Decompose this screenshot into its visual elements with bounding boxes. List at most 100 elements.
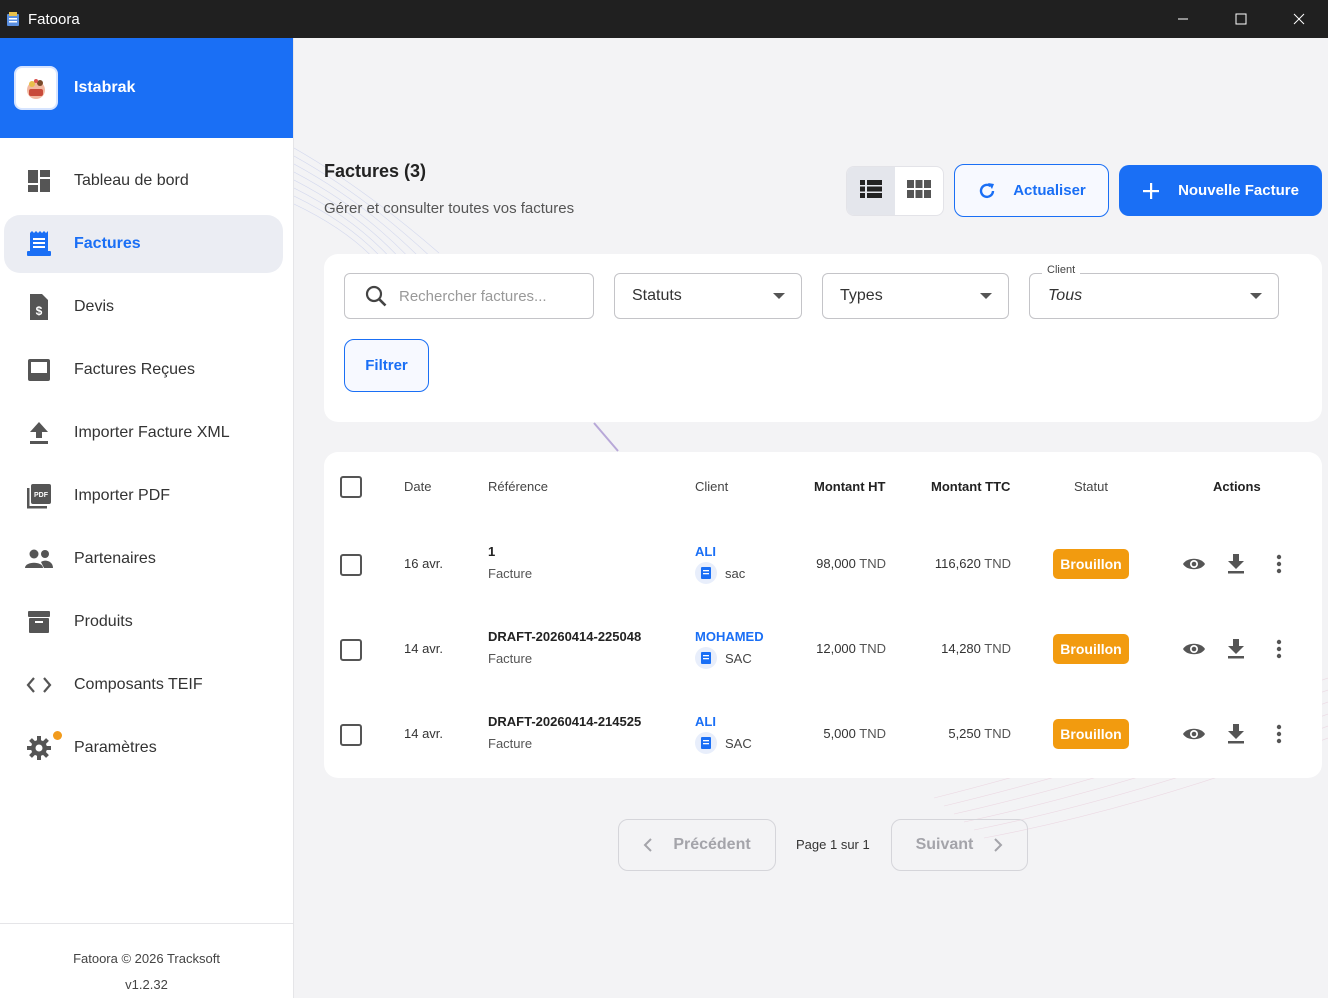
search-input[interactable]: Rechercher factures... xyxy=(344,273,594,319)
grid-view-button[interactable] xyxy=(895,167,943,215)
sidebar-item-composants-teif[interactable]: Composants TEIF xyxy=(4,656,283,714)
row-currency: TND xyxy=(984,556,1011,571)
notification-dot xyxy=(53,731,62,740)
page-subtitle: Gérer et consulter toutes vos factures xyxy=(324,200,575,217)
types-select-label: Types xyxy=(840,287,883,304)
sidebar-nav: Tableau de bord Factures $ Devis Facture… xyxy=(0,138,293,777)
sidebar: Istabrak Tableau de bord Factures $ Devi… xyxy=(0,38,294,998)
sidebar-item-partenaires[interactable]: Partenaires xyxy=(4,530,283,588)
refresh-button[interactable]: Actualiser xyxy=(954,164,1109,217)
row-date: 14 avr. xyxy=(404,726,444,741)
client-receipt-icon xyxy=(695,647,717,669)
row-client-link[interactable]: ALI xyxy=(695,714,752,729)
sidebar-item-devis[interactable]: $ Devis xyxy=(4,278,283,336)
more-options-button[interactable] xyxy=(1266,636,1292,662)
next-page-label: Suivant xyxy=(915,836,974,853)
window-titlebar: Fatoora xyxy=(0,0,1328,38)
window-title: Fatoora xyxy=(28,10,80,28)
row-currency: TND xyxy=(859,726,886,741)
status-select[interactable]: Statuts xyxy=(614,273,802,319)
sidebar-item-factures-recues[interactable]: Factures Reçues xyxy=(4,341,283,399)
row-type: Facture xyxy=(488,566,533,581)
view-button[interactable] xyxy=(1181,551,1207,577)
close-window-button[interactable] xyxy=(1270,0,1328,38)
row-currency: TND xyxy=(859,556,886,571)
row-checkbox[interactable] xyxy=(340,639,362,661)
sidebar-item-label: Importer Facture XML xyxy=(74,424,230,441)
previous-page-label: Précédent xyxy=(673,836,751,853)
grid-view-icon xyxy=(907,179,931,203)
dropdown-arrow-icon xyxy=(773,293,785,299)
row-amount-ttc: 14,280 xyxy=(941,641,981,656)
sidebar-item-label: Importer PDF xyxy=(74,487,171,504)
view-button[interactable] xyxy=(1181,721,1207,747)
previous-page-button[interactable]: Précédent xyxy=(618,819,776,871)
column-header-date: Date xyxy=(404,479,432,494)
dropdown-arrow-icon xyxy=(1250,293,1262,299)
app-icon xyxy=(6,11,20,27)
sidebar-item-label: Factures Reçues xyxy=(74,361,195,378)
row-currency: TND xyxy=(984,726,1011,741)
row-checkbox[interactable] xyxy=(340,554,362,576)
download-button[interactable] xyxy=(1223,551,1249,577)
plus-icon xyxy=(1143,182,1160,199)
select-all-checkbox[interactable] xyxy=(340,476,362,498)
download-icon xyxy=(1228,639,1244,659)
column-header-client: Client xyxy=(695,479,729,494)
sidebar-item-label: Paramètres xyxy=(74,739,157,756)
pdf-icon: PDF xyxy=(24,481,54,511)
filter-panel: Rechercher factures... Statuts Types Cli… xyxy=(324,254,1322,422)
column-header-montant-ttc: Montant TTC xyxy=(931,479,1011,494)
sidebar-item-label: Composants TEIF xyxy=(74,676,203,693)
minimize-button[interactable] xyxy=(1154,0,1212,38)
brand-name: Istabrak xyxy=(74,79,136,96)
more-options-button[interactable] xyxy=(1266,721,1292,747)
client-select-value: Tous xyxy=(1048,287,1083,304)
sidebar-item-parametres[interactable]: Paramètres xyxy=(4,719,283,777)
search-icon xyxy=(365,285,387,307)
next-page-button[interactable]: Suivant xyxy=(891,819,1028,871)
sidebar-item-label: Devis xyxy=(74,298,115,315)
types-select[interactable]: Types xyxy=(822,273,1009,319)
sidebar-item-label: Factures xyxy=(74,235,141,252)
download-button[interactable] xyxy=(1223,721,1249,747)
sidebar-item-importer-pdf[interactable]: PDF Importer PDF xyxy=(4,467,283,525)
sidebar-item-produits[interactable]: Produits xyxy=(4,593,283,651)
status-badge: Brouillon xyxy=(1053,549,1129,579)
row-reference: DRAFT-20260414-225048 xyxy=(488,629,642,644)
maximize-button[interactable] xyxy=(1212,0,1270,38)
row-checkbox[interactable] xyxy=(340,724,362,746)
filter-button[interactable]: Filtrer xyxy=(344,339,429,392)
table-row: 16 avr. 1 Facture ALI sac 98,000 TND 116… xyxy=(324,522,1322,607)
client-select[interactable]: Client Tous xyxy=(1029,264,1279,319)
column-header-reference: Référence xyxy=(488,479,548,494)
row-amount-ht: 98,000 xyxy=(816,556,856,571)
new-invoice-button[interactable]: Nouvelle Facture xyxy=(1119,165,1322,216)
row-client-link[interactable]: ALI xyxy=(695,544,745,559)
view-toggle xyxy=(846,166,944,216)
row-type: Facture xyxy=(488,736,533,751)
client-receipt-icon xyxy=(695,732,717,754)
row-client-sub: sac xyxy=(725,565,746,581)
sidebar-item-factures[interactable]: Factures xyxy=(4,215,283,273)
column-header-actions: Actions xyxy=(1213,479,1261,494)
sidebar-item-importer-xml[interactable]: Importer Facture XML xyxy=(4,404,283,462)
more-options-button[interactable] xyxy=(1266,551,1292,577)
row-amount-ht: 12,000 xyxy=(816,641,856,656)
row-date: 16 avr. xyxy=(404,556,444,571)
sidebar-item-label: Partenaires xyxy=(74,550,156,567)
row-amount-ttc: 116,620 xyxy=(934,556,981,571)
row-client-sub: SAC xyxy=(725,650,752,666)
page-title: Factures (3) xyxy=(324,161,427,181)
row-amount-ht: 5,000 xyxy=(823,726,856,741)
list-view-button[interactable] xyxy=(847,167,895,215)
refresh-label: Actualiser xyxy=(1013,182,1086,199)
view-button[interactable] xyxy=(1181,636,1207,662)
row-client-sub: SAC xyxy=(725,735,752,751)
sidebar-item-tableau-de-bord[interactable]: Tableau de bord xyxy=(4,152,283,210)
row-client-link[interactable]: MOHAMED xyxy=(695,629,764,644)
main-content: Factures (3) Gérer et consulter toutes v… xyxy=(294,38,1328,998)
row-reference: 1 xyxy=(488,544,496,559)
download-button[interactable] xyxy=(1223,636,1249,662)
brand-header: Istabrak xyxy=(0,38,293,138)
